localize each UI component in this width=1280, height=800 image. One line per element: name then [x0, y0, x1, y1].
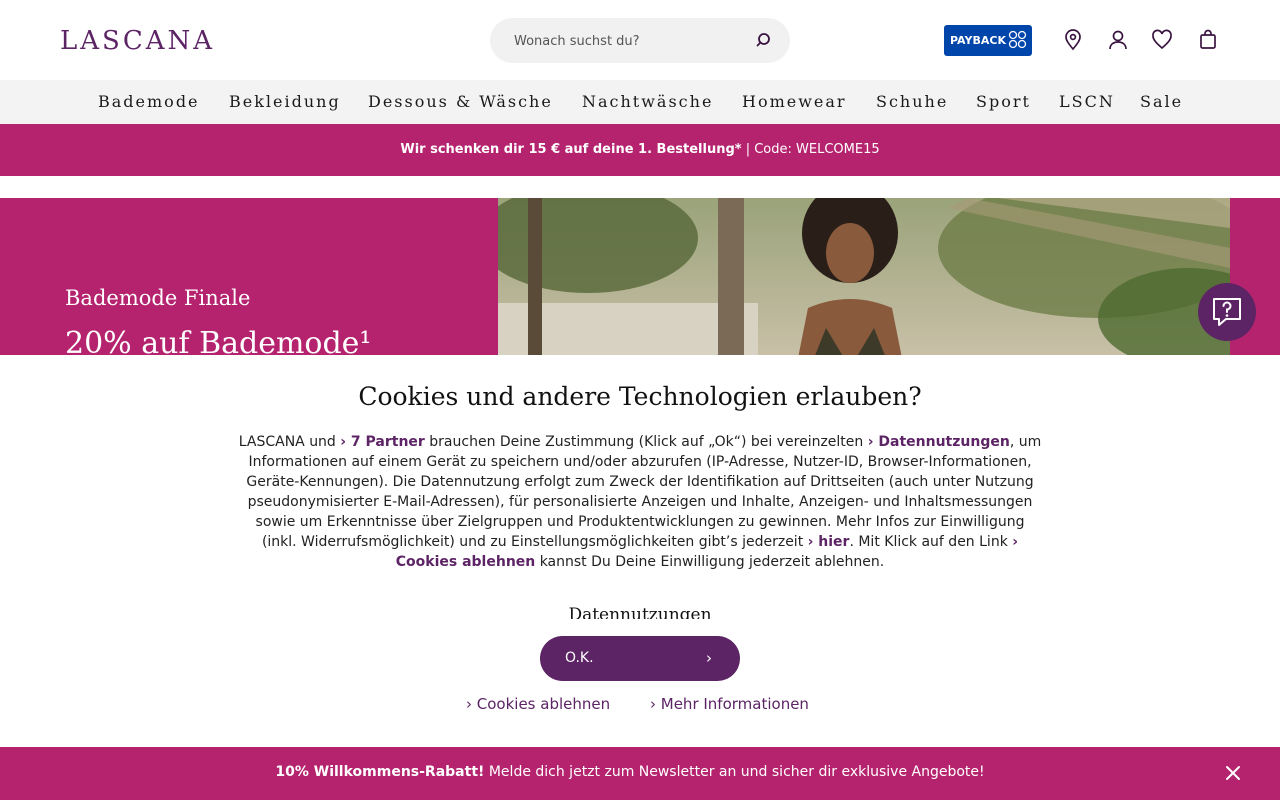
location-pin-icon[interactable]	[1061, 28, 1085, 52]
promo-code-text: | Code: WELCOME15	[741, 142, 880, 157]
nav-item-sport[interactable]: Sport	[976, 92, 1031, 111]
nav-item-homewear[interactable]: Homewear	[742, 92, 847, 111]
shopping-bag-icon[interactable]	[1196, 28, 1220, 52]
hero-banner[interactable]: Bademode Finale 20% auf Bademode¹	[0, 198, 1280, 361]
cookie-description: LASCANA und › 7 Partner brauchen Deine Z…	[238, 432, 1042, 572]
payback-label: PAYBACK	[950, 34, 1006, 47]
payback-button[interactable]: PAYBACK	[944, 25, 1032, 56]
hero-text-panel: Bademode Finale 20% auf Bademode¹	[0, 198, 498, 361]
cookie-consent-dialog: Cookies und andere Technologien erlauben…	[0, 355, 1280, 747]
cookie-text-part: kannst Du Deine Einwilligung jederzeit a…	[535, 554, 885, 570]
beach-photo-illustration	[498, 198, 1230, 358]
payback-logo-icon	[1008, 30, 1027, 49]
promo-offer-text: Wir schenken dir 15 € auf deine 1. Beste…	[400, 142, 742, 157]
nav-item-lscn[interactable]: LSCN	[1059, 92, 1115, 111]
chat-help-icon	[1213, 298, 1241, 326]
chevron-right-icon: ›	[706, 649, 712, 667]
more-info-link[interactable]: › Mehr Informationen	[650, 695, 809, 713]
datennutzungen-link[interactable]: › Datennutzungen	[868, 434, 1010, 450]
close-icon[interactable]	[1224, 764, 1242, 782]
nav-item-dessous-waesche[interactable]: Dessous & Wäsche	[368, 92, 553, 111]
partner-link[interactable]: › 7 Partner	[340, 434, 425, 450]
heart-icon[interactable]	[1150, 28, 1174, 52]
logo[interactable]: LASCANA	[60, 26, 215, 56]
nav-item-sale[interactable]: Sale	[1140, 92, 1183, 111]
newsletter-highlight: 10% Willkommens-Rabatt!	[275, 764, 485, 780]
chat-help-button[interactable]	[1198, 283, 1256, 341]
site-header: LASCANA PAYBACK	[0, 0, 1280, 80]
main-navigation: Bademode Bekleidung Dessous & Wäsche Nac…	[0, 80, 1280, 124]
reject-cookies-link[interactable]: › Cookies ablehnen	[466, 695, 610, 713]
hero-image	[498, 198, 1230, 358]
search-bar[interactable]	[490, 18, 790, 63]
nav-item-nachtwaesche[interactable]: Nachtwäsche	[582, 92, 713, 111]
cookie-text-part: brauchen Deine Zustimmung (Klick auf „Ok…	[424, 434, 868, 450]
search-icon[interactable]	[756, 31, 774, 49]
nav-item-bademode[interactable]: Bademode	[98, 92, 200, 111]
accept-label: O.K.	[565, 650, 594, 666]
search-input[interactable]	[514, 30, 744, 52]
accept-cookies-button[interactable]: O.K. ›	[540, 636, 740, 681]
datennutzungen-heading: Datennutzungen	[568, 605, 712, 619]
cookie-text-part: LASCANA und	[238, 434, 341, 450]
nav-item-bekleidung[interactable]: Bekleidung	[229, 92, 341, 111]
newsletter-text: 10% Willkommens-Rabatt! Melde dich jetzt…	[0, 764, 1230, 780]
user-icon[interactable]	[1106, 28, 1130, 52]
cookie-title: Cookies und andere Technologien erlauben…	[358, 382, 922, 411]
hier-link[interactable]: › hier	[808, 534, 850, 550]
promo-banner[interactable]: Wir schenken dir 15 € auf deine 1. Beste…	[0, 124, 1280, 176]
newsletter-banner[interactable]: 10% Willkommens-Rabatt! Melde dich jetzt…	[0, 747, 1280, 800]
cookie-text-part: . Mit Klick auf den Link	[849, 534, 1013, 550]
cookie-text-part: , um Informationen auf einem Gerät zu sp…	[246, 434, 1042, 550]
nav-item-schuhe[interactable]: Schuhe	[876, 92, 948, 111]
hero-subtitle: Bademode Finale	[65, 286, 251, 310]
newsletter-message: Melde dich jetzt zum Newsletter an und s…	[484, 764, 985, 780]
